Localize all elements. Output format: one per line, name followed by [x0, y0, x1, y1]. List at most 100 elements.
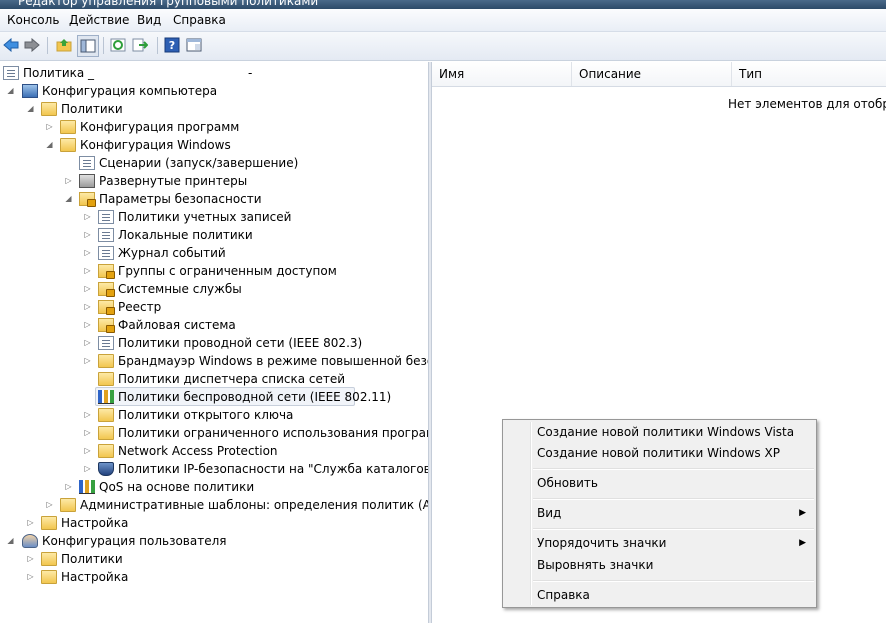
tree-item-policies[interactable]: ◢ Политики	[0, 100, 428, 118]
expand-arrow-icon[interactable]: ▷	[83, 262, 92, 280]
tree-item-system-services[interactable]: ▷ Системные службы	[0, 280, 428, 298]
help-icon[interactable]: ?	[163, 36, 181, 54]
menu-view[interactable]: Вид	[137, 13, 161, 27]
tree-item-public-key[interactable]: ▷ Политики открытого ключа	[0, 406, 428, 424]
collapse-arrow-icon[interactable]: ◢	[45, 136, 54, 154]
menu-action[interactable]: Действие	[69, 13, 129, 27]
expand-arrow-icon[interactable]: ▷	[83, 442, 92, 460]
collapse-arrow-icon[interactable]: ◢	[26, 100, 35, 118]
column-header-description[interactable]: Описание	[572, 62, 732, 86]
tree-item-security-settings[interactable]: ◢ Параметры безопасности	[0, 190, 428, 208]
expand-arrow-icon[interactable]: ▷	[83, 334, 92, 352]
expand-arrow-icon[interactable]: ▷	[83, 280, 92, 298]
menu-item-new-vista-policy[interactable]: Создание новой политики Windows Vista	[505, 422, 814, 442]
refresh-icon[interactable]	[109, 36, 127, 54]
computer-icon	[22, 84, 38, 98]
tree-item-software-config[interactable]: ▷ Конфигурация программ	[0, 118, 428, 136]
tree-item-qos[interactable]: ▷ QoS на основе политики	[0, 478, 428, 496]
empty-list-message: Нет элементов для отображе	[728, 97, 886, 111]
expand-arrow-icon[interactable]: ▷	[83, 298, 92, 316]
tree-item-registry[interactable]: ▷ Реестр	[0, 298, 428, 316]
locked-folder-icon	[98, 318, 115, 333]
expand-arrow-icon[interactable]: ▷	[83, 424, 92, 442]
tree-item-event-log[interactable]: ▷ Журнал событий	[0, 244, 428, 262]
collapse-arrow-icon[interactable]: ◢	[6, 532, 15, 550]
tree-item-nap[interactable]: ▷ Network Access Protection	[0, 442, 428, 460]
expand-arrow-icon[interactable]: ▷	[26, 514, 35, 532]
tree-item-file-system[interactable]: ▷ Файловая система	[0, 316, 428, 334]
console-tree: Политика _ - ◢ Конфигурация компьютера ◢…	[0, 62, 428, 623]
expand-arrow-icon[interactable]: ▷	[83, 352, 92, 370]
collapse-arrow-icon[interactable]: ◢	[64, 190, 73, 208]
tree-item-computer-config[interactable]: ◢ Конфигурация компьютера	[0, 82, 428, 100]
menu-item-line-up-icons[interactable]: Выровнять значки	[505, 555, 814, 575]
tree-item-wireless-policies[interactable]: Политики беспроводной сети (IEEE 802.11)	[0, 388, 428, 406]
expand-arrow-icon[interactable]: ▷	[83, 244, 92, 262]
expand-arrow-icon[interactable]: ▷	[83, 226, 92, 244]
tree-item-wired-policies[interactable]: ▷ Политики проводной сети (IEEE 802.3)	[0, 334, 428, 352]
tree-item-network-list-manager[interactable]: Политики диспетчера списка сетей	[0, 370, 428, 388]
collapse-arrow-icon[interactable]: ◢	[6, 82, 15, 100]
folder-icon	[41, 516, 57, 530]
properties-icon[interactable]	[185, 36, 203, 54]
expand-arrow-icon[interactable]: ▷	[83, 406, 92, 424]
script-doc-icon	[79, 156, 95, 170]
menu-help[interactable]: Справка	[173, 13, 226, 27]
menu-bar: Консоль Действие Вид Справка	[0, 9, 886, 32]
expand-arrow-icon[interactable]: ▷	[45, 118, 54, 136]
tree-item-admin-templates[interactable]: ▷ Административные шаблоны: определения …	[0, 496, 428, 514]
expand-arrow-icon[interactable]: ▷	[45, 496, 54, 514]
tree-item-preferences[interactable]: ▷ Настройка	[0, 514, 428, 532]
tree-item-scripts[interactable]: Сценарии (запуск/завершение)	[0, 154, 428, 172]
user-icon	[22, 534, 38, 548]
menu-item-view[interactable]: Вид ▶	[505, 503, 814, 523]
folder-icon	[60, 138, 76, 152]
tree-item-firewall[interactable]: ▷ Брандмауэр Windows в режиме повышенной…	[0, 352, 428, 370]
folder-icon	[98, 426, 114, 440]
show-hide-tree-icon[interactable]	[77, 35, 99, 57]
tree-item-user-policies[interactable]: ▷ Политики	[0, 550, 428, 568]
menu-separator	[533, 468, 814, 470]
tree-item-deployed-printers[interactable]: ▷ Развернутые принтеры	[0, 172, 428, 190]
menu-console[interactable]: Консоль	[7, 13, 59, 27]
policy-doc-icon	[98, 246, 114, 260]
policy-doc-icon	[98, 210, 114, 224]
tree-item-windows-config[interactable]: ◢ Конфигурация Windows	[0, 136, 428, 154]
tree-item-restricted-groups[interactable]: ▷ Группы с ограниченным доступом	[0, 262, 428, 280]
forward-icon[interactable]	[23, 36, 41, 54]
list-header: Имя Описание Тип	[432, 62, 886, 87]
up-folder-icon[interactable]	[55, 36, 73, 54]
wireless-chart-icon	[98, 390, 114, 404]
expand-arrow-icon[interactable]: ▷	[26, 568, 35, 586]
expand-arrow-icon[interactable]: ▷	[64, 172, 73, 190]
column-header-name[interactable]: Имя	[432, 62, 572, 86]
tree-item-ipsec[interactable]: ▷ Политики IP-безопасности на "Служба ка…	[0, 460, 428, 478]
expand-arrow-icon[interactable]: ▷	[83, 460, 92, 478]
tree-item-software-restriction[interactable]: ▷ Политики ограниченного использования п…	[0, 424, 428, 442]
submenu-arrow-icon: ▶	[799, 508, 806, 518]
tree-item-account-policies[interactable]: ▷ Политики учетных записей	[0, 208, 428, 226]
menu-item-help[interactable]: Справка	[505, 585, 814, 605]
menu-separator	[533, 498, 814, 500]
expand-arrow-icon[interactable]: ▷	[64, 478, 73, 496]
folder-icon	[41, 552, 57, 566]
column-header-type[interactable]: Тип	[732, 62, 886, 86]
expand-arrow-icon[interactable]: ▷	[26, 550, 35, 568]
expand-arrow-icon[interactable]: ▷	[83, 208, 92, 226]
tree-item-user-preferences[interactable]: ▷ Настройка	[0, 568, 428, 586]
menu-item-refresh[interactable]: Обновить	[505, 473, 814, 493]
tree-item-root-policy[interactable]: Политика _ -	[0, 64, 428, 82]
menu-item-arrange-icons[interactable]: Упорядочить значки ▶	[505, 533, 814, 553]
tree-item-local-policies[interactable]: ▷ Локальные политики	[0, 226, 428, 244]
tree-root-trailing-mark: -	[248, 66, 253, 80]
back-icon[interactable]	[2, 36, 20, 54]
expand-arrow-icon[interactable]: ▷	[83, 316, 92, 334]
folder-icon	[98, 354, 114, 368]
folder-icon	[60, 498, 76, 512]
tree-item-user-config[interactable]: ◢ Конфигурация пользователя	[0, 532, 428, 550]
menu-item-new-xp-policy[interactable]: Создание новой политики Windows XP	[505, 443, 814, 463]
window-title-bar: Редактор управления групповыми политикам…	[0, 0, 886, 9]
export-icon[interactable]	[131, 36, 149, 54]
locked-folder-icon	[98, 300, 115, 315]
qos-chart-icon	[79, 480, 95, 494]
